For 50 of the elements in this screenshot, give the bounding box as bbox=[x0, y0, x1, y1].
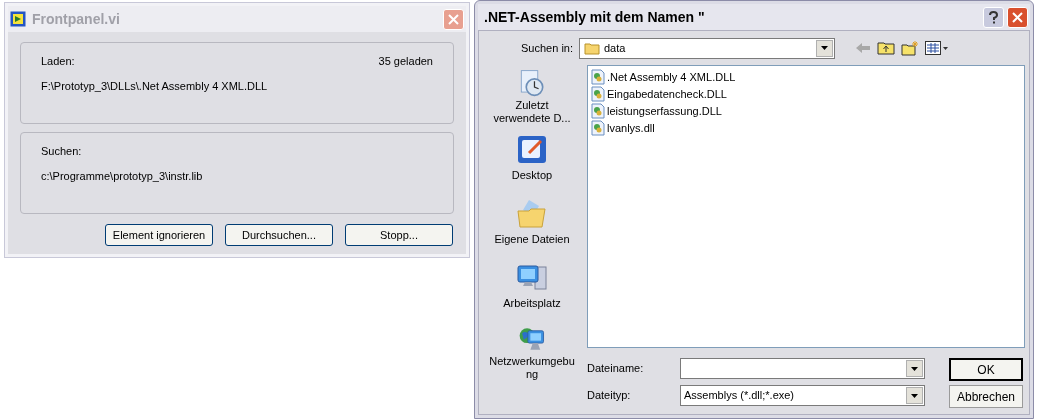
places-item[interactable]: Netzwerkumgebung bbox=[486, 323, 578, 381]
file-item[interactable]: lvanlys.dll bbox=[591, 120, 1021, 136]
file-name-label: Dateiname: bbox=[587, 361, 645, 377]
dll-file-icon bbox=[591, 103, 605, 119]
file-item[interactable]: Eingabedatencheck.DLL bbox=[591, 86, 1021, 102]
file-item[interactable]: leistungserfassung.DLL bbox=[591, 103, 1021, 119]
dialog-button[interactable]: Durchsuchen... bbox=[225, 224, 333, 246]
loaded-count: 35 geladen bbox=[378, 54, 433, 69]
places-item[interactable]: Desktop bbox=[486, 131, 578, 189]
folder-icon bbox=[515, 197, 549, 231]
file-item[interactable]: .Net Assembly 4 XML.DLL bbox=[591, 69, 1021, 85]
file-type-label: Dateityp: bbox=[587, 388, 632, 404]
file-type-value: Assemblys (*.dll;*.exe) bbox=[684, 388, 796, 404]
app-icon bbox=[10, 11, 26, 27]
group-label: Laden: bbox=[41, 54, 75, 69]
folder-name: data bbox=[604, 40, 627, 56]
places-item[interactable]: Zuletzt verwendete D... bbox=[486, 67, 578, 125]
view-menu-icon[interactable] bbox=[925, 41, 949, 55]
file-path: F:\Prototyp_3\DLLs\.Net Assembly 4 XML.DLL bbox=[41, 78, 269, 94]
close-icon bbox=[1012, 11, 1023, 23]
window-title: Frontpanel.vi bbox=[32, 9, 121, 29]
dropdown-button[interactable] bbox=[816, 39, 833, 57]
group-label: Suchen: bbox=[41, 144, 83, 159]
dialog-button[interactable]: Stopp... bbox=[345, 224, 453, 246]
search-path: c:\Programme\prototyp_3\instr.lib bbox=[41, 168, 204, 184]
file-name-field[interactable] bbox=[680, 358, 925, 379]
dropdown-button[interactable] bbox=[906, 387, 923, 404]
help-icon bbox=[989, 10, 998, 24]
close-button[interactable] bbox=[1007, 6, 1028, 28]
dropdown-button[interactable] bbox=[906, 360, 923, 377]
look-in-dropdown[interactable]: data bbox=[579, 37, 835, 59]
folder-icon bbox=[584, 41, 600, 55]
caret-icon bbox=[911, 393, 918, 398]
new-folder-icon[interactable] bbox=[901, 40, 919, 56]
caret-icon bbox=[911, 366, 918, 371]
dll-file-icon bbox=[591, 120, 605, 136]
dialog-button[interactable]: OK bbox=[949, 358, 1023, 381]
dialog-button[interactable]: Abbrechen bbox=[949, 385, 1023, 408]
places-item[interactable]: Eigene Dateien bbox=[486, 195, 578, 253]
file-type-dropdown[interactable]: Assemblys (*.dll;*.exe) bbox=[680, 385, 925, 406]
look-in-label: Suchen in: bbox=[520, 40, 573, 56]
up-folder-icon[interactable] bbox=[877, 41, 895, 55]
places-item[interactable]: Arbeitsplatz bbox=[486, 259, 578, 317]
close-icon bbox=[448, 13, 459, 25]
caret-icon bbox=[821, 46, 828, 50]
help-button[interactable] bbox=[983, 6, 1004, 28]
dialog-button[interactable]: Element ignorieren bbox=[105, 224, 213, 246]
dll-file-icon bbox=[591, 69, 605, 85]
window-title: .NET-Assembly mit dem Namen " bbox=[484, 7, 706, 27]
dll-file-icon bbox=[591, 86, 605, 102]
